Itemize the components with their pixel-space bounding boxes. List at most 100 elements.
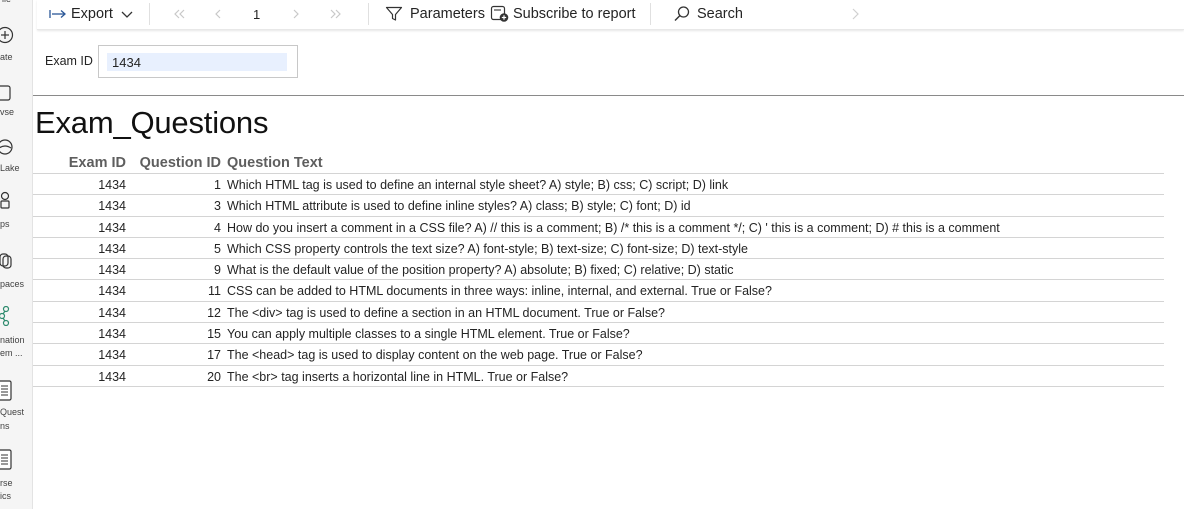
table-row: 1434 3 Which HTML attribute is used to d…	[33, 195, 1164, 217]
rail-item-label: paces	[0, 279, 25, 289]
subscribe-icon	[490, 5, 509, 22]
chevron-down-icon	[121, 11, 133, 18]
cell-question-text: How do you insert a comment in a CSS fil…	[227, 220, 1000, 235]
rail-item-onelake[interactable]: Lake	[0, 136, 32, 176]
rail-item-label: vse	[0, 107, 15, 117]
rail-item-workspaces[interactable]: paces	[0, 252, 32, 292]
rail-item-course-topics[interactable]: rse ics	[0, 449, 32, 505]
exam-id-parameter-box	[98, 45, 298, 78]
rail-item-exam-system[interactable]: nation em ...	[0, 306, 32, 362]
page-number-input[interactable]: 1	[253, 0, 260, 28]
rail-item-label: Lake	[0, 163, 20, 173]
last-page-button[interactable]	[329, 0, 343, 28]
cell-exam-id: 1434	[98, 348, 126, 363]
rail-item-label: ile	[2, 0, 11, 5]
toolbar-separator	[650, 3, 651, 25]
rail-item-label: ns	[0, 421, 10, 431]
cell-question-text: You can apply multiple classes to a sing…	[227, 327, 630, 342]
search-icon	[674, 6, 690, 21]
filter-icon	[385, 6, 403, 21]
column-header-exam-id: Exam ID	[68, 155, 126, 171]
table-row: 1434 17 The <head> tag is used to displa…	[33, 344, 1164, 366]
cell-exam-id: 1434	[98, 241, 126, 256]
search-button[interactable]: Search	[673, 0, 743, 28]
cell-exam-id: 1434	[98, 199, 126, 214]
cell-question-text: CSS can be added to HTML documents in th…	[227, 284, 772, 299]
cell-question-id: 20	[207, 369, 221, 384]
toolbar-separator	[149, 3, 150, 25]
cell-question-text: Which CSS property controls the text siz…	[227, 241, 748, 256]
export-button[interactable]: Export	[49, 0, 134, 28]
search-next-button[interactable]	[850, 0, 860, 28]
table-header: Exam ID Question ID Question Text	[33, 153, 1164, 174]
search-label: Search	[697, 6, 743, 22]
rail-item-label: rse	[0, 478, 13, 488]
cell-question-id: 9	[214, 263, 221, 278]
cell-exam-id: 1434	[98, 305, 126, 320]
cell-exam-id: 1434	[98, 369, 126, 384]
cell-exam-id: 1434	[98, 327, 126, 342]
table-row: 1434 9 What is the default value of the …	[33, 259, 1164, 281]
rail-item-label: nation	[0, 335, 25, 345]
cell-question-text: The <div> tag is used to define a sectio…	[227, 305, 665, 320]
report-toolbar: Export 1 Parameters Subscribe to report …	[37, 0, 1184, 30]
first-page-icon	[174, 9, 185, 19]
rail-item-label: em ...	[0, 348, 23, 358]
rail-item-label: Quest	[0, 407, 25, 417]
table-row: 1434 11 CSS can be added to HTML documen…	[33, 280, 1164, 302]
report-icon	[0, 380, 12, 401]
exam-id-parameter-label: Exam ID	[45, 54, 93, 68]
rail-item-file[interactable]: ile	[0, 0, 32, 8]
subscribe-button[interactable]: Subscribe to report	[490, 0, 636, 28]
report-table: Exam ID Question ID Question Text 1434 1…	[33, 153, 1164, 387]
table-row: 1434 4 How do you insert a comment in a …	[33, 217, 1164, 238]
parameter-pane-divider	[33, 95, 1184, 96]
rail-item-label: ate	[0, 52, 13, 62]
rail-item-apps[interactable]: ps	[0, 191, 32, 231]
cell-exam-id: 1434	[98, 263, 126, 278]
apps-icon	[0, 191, 10, 209]
table-row: 1434 1 Which HTML tag is used to define …	[33, 174, 1164, 196]
cell-question-id: 1	[214, 178, 221, 192]
cell-question-text: What is the default value of the positio…	[227, 263, 734, 278]
plus-circle-icon	[0, 26, 14, 44]
folder-icon	[0, 85, 11, 101]
export-arrow-icon	[49, 10, 66, 18]
first-page-button[interactable]	[172, 0, 186, 28]
exam-id-input[interactable]	[107, 53, 287, 71]
cell-question-text: The <br> tag inserts a horizontal line i…	[227, 369, 569, 384]
last-page-icon	[330, 9, 341, 19]
table-row: 1434 12 The <div> tag is used to define …	[33, 302, 1164, 324]
cell-question-text: Which HTML attribute is used to define i…	[227, 199, 691, 214]
workspaces-icon	[0, 253, 12, 269]
cell-question-id: 4	[214, 220, 221, 235]
workspace-tree-icon	[0, 306, 10, 326]
column-header-question-text: Question Text	[227, 155, 323, 171]
chevron-right-icon	[852, 8, 859, 20]
cell-exam-id: 1434	[98, 178, 126, 192]
toolbar-separator	[368, 3, 369, 25]
cell-question-text: The <head> tag is used to display conten…	[227, 348, 643, 363]
rail-item-exam-questions[interactable]: Quest ns	[0, 380, 32, 436]
report-title: Exam_Questions	[35, 105, 269, 140]
rail-item-label: ics	[0, 491, 11, 501]
cell-question-text: Which HTML tag is used to define an inte…	[227, 178, 729, 192]
export-label: Export	[71, 6, 113, 22]
rail-item-create[interactable]: ate	[0, 24, 32, 64]
cell-question-id: 17	[207, 348, 221, 363]
column-header-question-id: Question ID	[139, 155, 221, 171]
cell-exam-id: 1434	[98, 284, 126, 299]
table-row: 1434 15 You can apply multiple classes t…	[33, 323, 1164, 345]
chevron-right-icon	[293, 9, 299, 19]
next-page-button[interactable]	[291, 0, 301, 28]
previous-page-button[interactable]	[213, 0, 223, 28]
cell-question-id: 3	[214, 199, 221, 214]
table-row: 1434 5 Which CSS property controls the t…	[33, 238, 1164, 260]
parameters-button[interactable]: Parameters	[385, 0, 485, 28]
left-navigation-rail: ile ate vse Lake ps paces	[0, 0, 33, 509]
chevron-left-icon	[215, 9, 221, 19]
cell-question-id: 12	[207, 305, 221, 320]
rail-item-browse[interactable]: vse	[0, 82, 32, 122]
table-row: 1434 20 The <br> tag inserts a horizonta…	[33, 366, 1164, 387]
onelake-icon	[0, 139, 13, 155]
